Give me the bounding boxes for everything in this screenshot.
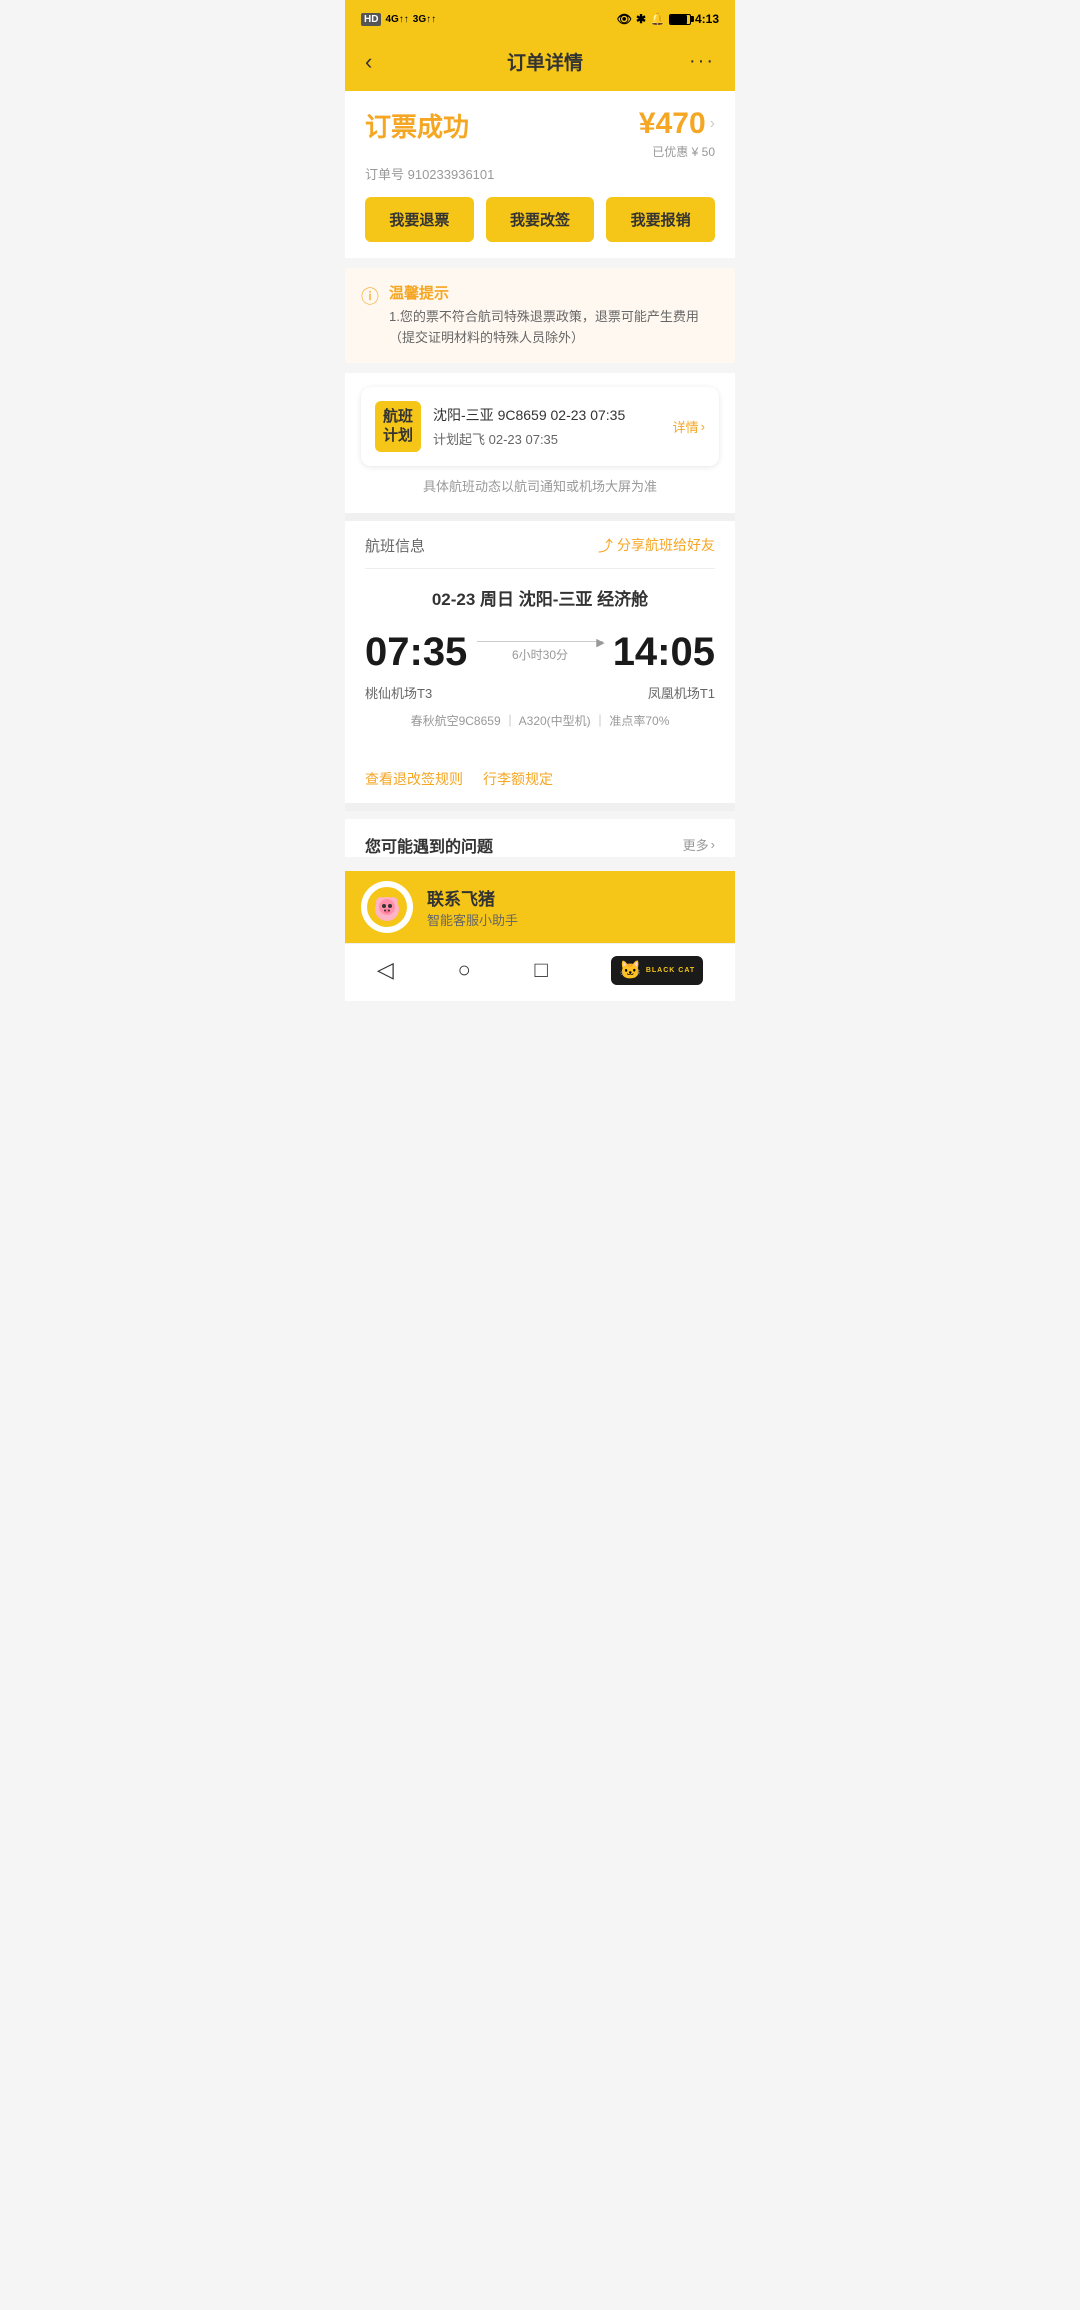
- action-buttons: 我要退票 我要改签 我要报销: [365, 197, 715, 242]
- notice-content: 温馨提示 1.您的票不符合航司特殊退票政策，退票可能产生费用（提交证明材料的特殊…: [389, 282, 719, 349]
- faq-more-button[interactable]: 更多 ›: [683, 835, 715, 854]
- share-icon: ⤴: [598, 535, 613, 556]
- flight-detail-link[interactable]: 详情 ›: [673, 417, 705, 436]
- airline-name: 春秋航空9C8659: [411, 714, 501, 728]
- signal-3g: 3G↑↑: [413, 14, 436, 25]
- separator-2: ｜: [594, 714, 609, 728]
- divider-2: [345, 803, 735, 811]
- refund-button[interactable]: 我要退票: [365, 197, 474, 242]
- bluetooth-icon: ✱: [636, 12, 646, 26]
- header: ‹ 订单详情 ···: [345, 36, 735, 91]
- contact-subtitle: 智能客服小助手: [427, 910, 719, 929]
- flight-plan-info: 沈阳-三亚 9C8659 02-23 07:35 计划起飞 02-23 07:3…: [433, 405, 661, 448]
- arrive-airport: 凤凰机场T1: [648, 683, 715, 702]
- flight-plan-time: 计划起飞 02-23 07:35: [433, 429, 661, 448]
- depart-airport: 桃仙机场T3: [365, 683, 432, 702]
- bottom-contact-bar: 联系飞猪 智能客服小助手: [345, 871, 735, 943]
- notice-section: ⓘ 温馨提示 1.您的票不符合航司特殊退票政策，退票可能产生费用（提交证明材料的…: [345, 268, 735, 363]
- flight-info-section: 航班信息 ⤴ 分享航班给好友 02-23 周日 沈阳-三亚 经济舱 07:35 …: [345, 521, 735, 759]
- battery-icon: [669, 14, 691, 25]
- page-title: 订单详情: [507, 48, 583, 75]
- notice-title: 温馨提示: [389, 282, 719, 303]
- refund-rules-link[interactable]: 查看退改签规则: [365, 769, 463, 789]
- flight-dynamic-note: 具体航班动态以航司通知或机场大屏为准: [361, 466, 719, 499]
- chevron-right-icon-2: ›: [711, 837, 715, 852]
- flight-plan-route: 沈阳-三亚 9C8659 02-23 07:35: [433, 405, 661, 425]
- status-bar: HD 4G↑↑ 3G↑↑ 👁 ✱ 🔔 4:13: [345, 0, 735, 36]
- arrive-time: 14:05: [613, 630, 715, 675]
- mute-icon: 🔔: [650, 12, 665, 26]
- chevron-right-icon: ›: [701, 419, 705, 434]
- flight-plan-card: 航班 计划 沈阳-三亚 9C8659 02-23 07:35 计划起飞 02-2…: [361, 387, 719, 466]
- price-arrow[interactable]: ›: [710, 115, 715, 133]
- airline-info: 春秋航空9C8659 ｜ A320(中型机) ｜ 准点率70%: [365, 712, 715, 729]
- duration-text: 6小时30分: [512, 646, 568, 663]
- luggage-rules-link[interactable]: 行李额规定: [483, 769, 553, 789]
- black-cat-icon: 🐱: [619, 960, 641, 981]
- pig-mascot-icon: [365, 885, 409, 929]
- contact-text: 联系飞猪 智能客服小助手: [427, 885, 719, 929]
- separator-1: ｜: [504, 714, 519, 728]
- duration-line: ▶: [477, 641, 602, 642]
- order-success-card: 订票成功 ¥470 › 已优惠 ¥ 50 订单号 910233936101 我要…: [345, 91, 735, 258]
- flight-detail-block: 02-23 周日 沈阳-三亚 经济舱 07:35 ▶ 6小时30分 14:05 …: [365, 569, 715, 745]
- share-button[interactable]: ⤴ 分享航班给好友: [598, 535, 715, 556]
- flight-plan-section: 航班 计划 沈阳-三亚 9C8659 02-23 07:35 计划起飞 02-2…: [345, 373, 735, 513]
- on-time-rate: 准点率70%: [609, 714, 669, 728]
- signal-4g: 4G↑↑: [385, 14, 408, 25]
- flight-date-route: 02-23 周日 沈阳-三亚 经济舱: [365, 585, 715, 610]
- more-button[interactable]: ···: [689, 50, 715, 73]
- time-display: 4:13: [695, 12, 719, 26]
- links-row: 查看退改签规则 行李额规定: [345, 759, 735, 803]
- black-cat-text: BLACK CAT: [646, 967, 695, 974]
- contact-name: 联系飞猪: [427, 885, 719, 910]
- eye-icon: 👁: [617, 12, 632, 26]
- status-left: HD 4G↑↑ 3G↑↑: [361, 13, 436, 26]
- price-value: ¥470: [639, 107, 706, 141]
- flight-times-row: 07:35 ▶ 6小时30分 14:05: [365, 630, 715, 675]
- nav-recent-button[interactable]: □: [534, 957, 547, 983]
- order-success-title: 订票成功: [365, 107, 469, 144]
- flight-plan-badge: 航班 计划: [375, 401, 421, 452]
- depart-time: 07:35: [365, 630, 467, 675]
- nav-home-button[interactable]: ○: [457, 957, 470, 983]
- airports-row: 桃仙机场T3 凤凰机场T1: [365, 683, 715, 702]
- change-button[interactable]: 我要改签: [486, 197, 595, 242]
- flight-info-label: 航班信息: [365, 535, 425, 556]
- back-button[interactable]: ‹: [365, 49, 401, 75]
- nav-back-button[interactable]: ◁: [377, 957, 394, 983]
- faq-title: 您可能遇到的问题: [365, 833, 493, 857]
- notice-text: 1.您的票不符合航司特殊退票政策，退票可能产生费用（提交证明材料的特殊人员除外）: [389, 307, 719, 349]
- invoice-button[interactable]: 我要报销: [606, 197, 715, 242]
- nav-bar: ◁ ○ □ 🐱 BLACK CAT: [345, 943, 735, 1001]
- order-price-block: ¥470 › 已优惠 ¥ 50: [639, 107, 715, 160]
- aircraft-type: A320(中型机): [519, 714, 591, 728]
- divider-1: [345, 513, 735, 521]
- arrow-icon: ▶: [596, 636, 604, 649]
- flight-info-header: 航班信息 ⤴ 分享航班给好友: [365, 535, 715, 569]
- faq-header: 您可能遇到的问题 更多 ›: [365, 833, 715, 857]
- info-icon: ⓘ: [361, 283, 379, 309]
- flight-duration-block: ▶ 6小时30分: [467, 641, 612, 663]
- status-right: 👁 ✱ 🔔 4:13: [617, 12, 719, 26]
- order-discount: 已优惠 ¥ 50: [652, 143, 715, 160]
- black-cat-logo: 🐱 BLACK CAT: [611, 956, 703, 985]
- contact-avatar: [361, 881, 413, 933]
- hd-label: HD: [361, 13, 381, 26]
- order-number: 订单号 910233936101: [365, 164, 715, 183]
- faq-section: 您可能遇到的问题 更多 ›: [345, 819, 735, 857]
